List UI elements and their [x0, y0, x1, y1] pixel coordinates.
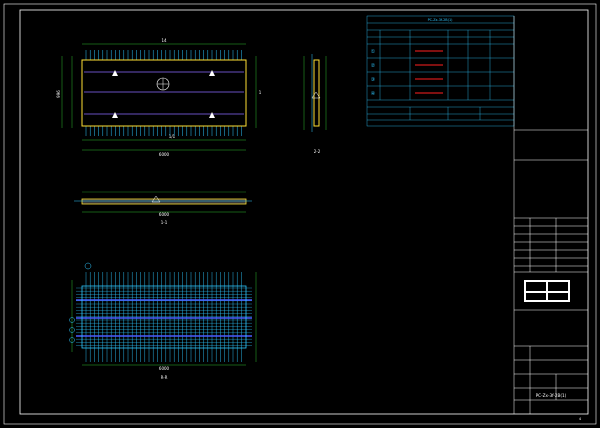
- title-block: [513, 16, 588, 414]
- plan-left-dim: 996: [56, 90, 61, 98]
- plan-view: 14 996 1 1/1 6000: [56, 38, 262, 157]
- section-1-1-view: 6000 1-1: [74, 191, 252, 225]
- plan-top-dim: 14: [161, 38, 167, 43]
- page-mark: 4: [579, 417, 582, 421]
- lift-point-marker: [209, 70, 215, 76]
- cad-drawing-canvas: 14 996 1 1/1 6000 2-2 6000 1-1 6000 R-R …: [3, 3, 597, 425]
- key-plan-thumbnail: [524, 280, 570, 302]
- section-2-2-caption: 2-2: [314, 149, 321, 154]
- plan-slab-outline: [81, 59, 247, 127]
- rebar-row-id-2: ②: [371, 63, 376, 69]
- section-1-1-dim: 6000: [159, 212, 170, 217]
- section-1-1-slab: [81, 198, 247, 205]
- rebar-schedule-table: [366, 15, 515, 127]
- table-title: PC-Zx-3f-2B(1): [428, 18, 454, 22]
- plan-right-dim: 1: [259, 90, 262, 95]
- plan-bottom-dim: 6000: [159, 152, 170, 157]
- rebar-row-id-1: ①: [371, 49, 376, 55]
- rebar-plan-outline: [81, 285, 247, 349]
- rebar-plan-bottom-dim: 6000: [159, 366, 170, 371]
- drawing-number: PC-Zx-3f-2B(1): [536, 393, 567, 398]
- lift-point-marker: [112, 70, 118, 76]
- outer-frame: [3, 3, 597, 425]
- rebar-row-id-4: ④: [371, 91, 376, 97]
- rebar-callout-1: [84, 262, 92, 270]
- lift-point-marker: [112, 112, 118, 118]
- rebar-mesh: [76, 272, 252, 362]
- plan-rebar-ticks: [85, 50, 242, 136]
- rebar-plan-view: 6000 R-R: [69, 262, 257, 380]
- section-1-1-caption: 1-1: [161, 220, 168, 225]
- section-2-2-view: 2-2: [303, 54, 327, 154]
- rebar-plan-caption: R-R: [161, 375, 168, 380]
- lift-point-marker: [209, 112, 215, 118]
- rebar-row-id-3: ③: [371, 77, 375, 83]
